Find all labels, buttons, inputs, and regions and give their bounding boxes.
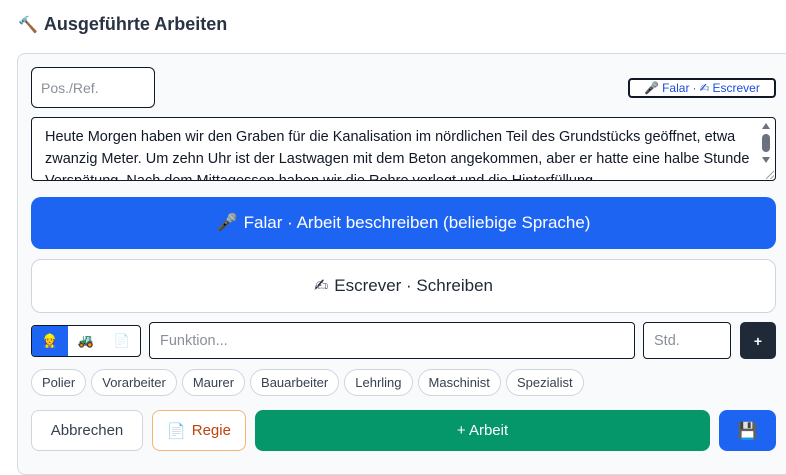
speak-mode-label: Falar — [662, 81, 690, 95]
function-input[interactable] — [149, 322, 635, 359]
resource-type-selector[interactable]: 👷 🚜 📄 — [31, 325, 141, 357]
resource-type-machine[interactable]: 🚜 — [68, 326, 104, 356]
scroll-down-icon[interactable] — [762, 157, 770, 163]
microphone-icon: 🎤 — [644, 81, 660, 95]
description-textarea[interactable]: Heute Morgen haben wir den Graben für di… — [31, 117, 776, 181]
floppy-disk-icon: 💾 — [737, 421, 758, 440]
scroll-thumb[interactable] — [762, 134, 770, 152]
section-title: Ausgeführte Arbeiten — [43, 14, 228, 34]
save-button[interactable]: 💾 — [719, 410, 776, 451]
add-role-button[interactable]: + — [740, 322, 776, 359]
role-chip-bauarbeiter[interactable]: Bauarbeiter — [250, 369, 340, 396]
hammer-icon: 🔨 — [18, 15, 38, 34]
regie-label: Regie — [191, 422, 231, 439]
mode-separator: · — [692, 81, 697, 95]
role-chip-spezialist[interactable]: Spezialist — [505, 369, 584, 396]
section-header: 🔨 Ausgeführte Arbeiten — [18, 14, 227, 35]
role-chip-vorarbeiter[interactable]: Vorarbeiter — [91, 369, 177, 396]
role-chip-maurer[interactable]: Maurer — [181, 369, 246, 396]
input-mode-toggle[interactable]: 🎤 Falar · ✍ Escrever — [628, 78, 776, 98]
cancel-button[interactable]: Abbrechen — [31, 410, 143, 451]
pos-ref-input[interactable] — [31, 67, 155, 108]
speak-describe-label: Falar · Arbeit beschreiben (beliebige Sp… — [243, 213, 591, 232]
writing-hand-icon: ✍ — [699, 81, 710, 95]
write-button-label: Escrever · Schreiben — [334, 276, 493, 295]
role-chip-maschinist[interactable]: Maschinist — [417, 369, 501, 396]
document-icon: 📄 — [113, 333, 131, 349]
role-chip-polier[interactable]: Polier — [31, 369, 87, 396]
microphone-icon: 🎤 — [216, 213, 238, 233]
role-chip-lehrling[interactable]: Lehrling — [344, 369, 413, 396]
tractor-icon: 🚜 — [77, 333, 95, 349]
resource-type-material[interactable]: 📄 — [104, 326, 140, 356]
speak-describe-button[interactable]: 🎤 Falar · Arbeit beschreiben (beliebige … — [31, 197, 776, 249]
document-icon: 📄 — [167, 421, 186, 440]
description-text[interactable]: Heute Morgen haben wir den Graben für di… — [45, 126, 755, 180]
write-mode-label: Escrever — [712, 81, 760, 95]
writing-hand-icon: ✍ — [314, 276, 329, 296]
resize-handle-icon[interactable] — [766, 171, 774, 179]
hours-input[interactable] — [643, 322, 731, 359]
role-chips: Polier Vorarbeiter Maurer Bauarbeiter Le… — [31, 369, 584, 396]
add-work-button[interactable]: + Arbeit — [255, 410, 710, 451]
worker-icon: 👷 — [41, 333, 59, 349]
regie-button[interactable]: 📄 Regie — [152, 410, 246, 451]
write-button[interactable]: ✍ Escrever · Schreiben — [31, 259, 776, 313]
description-scrollbar[interactable] — [759, 120, 773, 178]
resource-type-worker[interactable]: 👷 — [32, 326, 68, 356]
scroll-up-icon[interactable] — [762, 123, 770, 129]
